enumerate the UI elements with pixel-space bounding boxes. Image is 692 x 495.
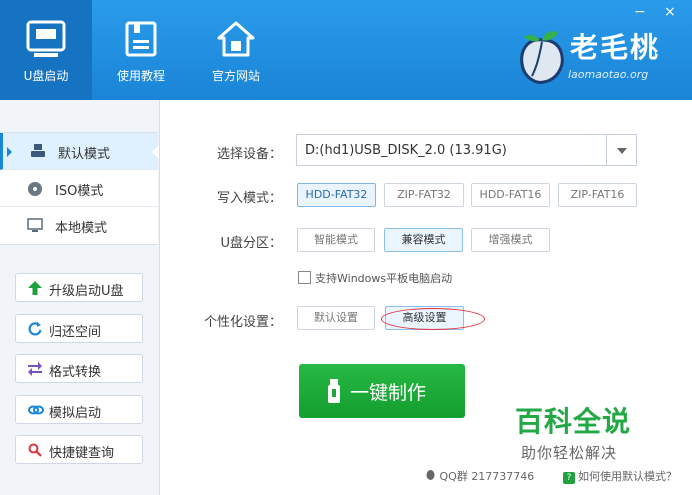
mode-iso[interactable]: ISO模式 (0, 170, 158, 207)
monitor-icon (27, 218, 43, 232)
usb-drive-icon (26, 20, 66, 57)
write-mode-label: 写入模式： (216, 191, 282, 206)
device-select[interactable]: D:(hd1)USB_DISK_2.0 (13.91G) (296, 134, 637, 166)
arrow-up-icon (28, 281, 42, 295)
watermark-title: 百科全说 (515, 405, 632, 438)
help-icon: ? (563, 472, 575, 484)
simulate-boot-button[interactable]: 模拟启动 (15, 395, 143, 424)
upgrade-usb-label: 升级启动U盘 (49, 284, 124, 299)
close-button[interactable]: × (664, 4, 676, 20)
chevron-down-icon[interactable] (606, 135, 636, 165)
partition-label: U盘分区： (220, 236, 282, 251)
one-click-make-button[interactable]: 一键制作 (299, 364, 465, 418)
qq-group-text: QQ群 217737746 (439, 470, 535, 483)
peach-logo-icon (520, 31, 564, 84)
qq-group-info: QQ群 217737746 (425, 468, 534, 484)
active-indicator (7, 147, 12, 157)
partition-option-enhanced[interactable]: 增强模式 (471, 228, 550, 252)
write-option-hdd-fat16[interactable]: HDD-FAT16 (471, 183, 550, 207)
nav-usb-boot-label: U盘启动 (23, 69, 69, 83)
help-link-text: 如何使用默认模式？ (578, 470, 677, 483)
format-convert-button[interactable]: 格式转换 (15, 354, 143, 383)
app-logo: 老毛桃 laomaotao.org (518, 26, 678, 90)
highlight-annotation (381, 308, 485, 330)
qq-penguin-icon (426, 470, 435, 480)
write-option-hdd-fat32[interactable]: HDD-FAT32 (297, 183, 376, 207)
hotkey-query-button[interactable]: 快捷键查询 (15, 435, 143, 464)
nav-website-label: 官方网站 (211, 69, 260, 83)
restore-space-label: 归还空间 (49, 325, 102, 340)
swap-icon (28, 362, 42, 376)
sidebar: 默认模式 ISO模式 本地模式 升级启动U盘 归还空间 格式转换 模拟启动 快捷… (0, 100, 160, 495)
mode-local-label: 本地模式 (55, 221, 108, 236)
disc-icon (28, 182, 42, 196)
nav-usb-boot[interactable]: U盘启动 (0, 0, 92, 100)
active-pointer (152, 145, 159, 159)
nav-website[interactable]: 官方网站 (192, 0, 280, 100)
minimize-button[interactable]: − (634, 4, 646, 20)
header-bar: U盘启动 使用教程 官方网站 − × 老毛桃 laomaotao.org (0, 0, 692, 100)
search-icon (28, 443, 42, 457)
logo-subtitle: laomaotao.org (568, 68, 649, 81)
tablet-boot-label: 支持Windows平板电脑启动 (315, 272, 453, 285)
nav-tutorial[interactable]: 使用教程 (98, 0, 184, 100)
usb-mode-icon (31, 144, 45, 157)
watermark: 百科全说 助你轻松解决 (515, 400, 631, 463)
device-select-value: D:(hd1)USB_DISK_2.0 (13.91G) (305, 143, 507, 158)
upgrade-usb-button[interactable]: 升级启动U盘 (15, 273, 143, 302)
refresh-icon (28, 322, 42, 336)
device-label: 选择设备： (216, 147, 282, 162)
personalize-option-default[interactable]: 默认设置 (297, 306, 375, 330)
restore-space-button[interactable]: 归还空间 (15, 314, 143, 343)
partition-option-compatible[interactable]: 兼容模式 (384, 228, 463, 252)
tablet-boot-checkbox[interactable] (298, 271, 311, 284)
watermark-subtitle: 助你轻松解决 (521, 444, 618, 462)
usb-plug-icon (328, 379, 340, 403)
mode-list: 默认模式 ISO模式 本地模式 (0, 132, 159, 245)
write-option-zip-fat32[interactable]: ZIP-FAT32 (384, 183, 464, 207)
document-icon (125, 21, 157, 57)
logo-title: 老毛桃 (570, 31, 661, 64)
format-convert-label: 格式转换 (49, 365, 102, 380)
link-icon (28, 405, 44, 415)
partition-option-smart[interactable]: 智能模式 (297, 228, 375, 252)
mode-local[interactable]: 本地模式 (0, 207, 158, 244)
mode-default-label: 默认模式 (58, 147, 111, 162)
personalize-label: 个性化设置： (203, 315, 282, 330)
home-icon (217, 21, 255, 57)
mode-iso-label: ISO模式 (55, 184, 104, 199)
one-click-make-label: 一键制作 (350, 382, 427, 404)
hotkey-query-label: 快捷键查询 (49, 446, 115, 461)
write-option-zip-fat16[interactable]: ZIP-FAT16 (558, 183, 637, 207)
simulate-boot-label: 模拟启动 (49, 406, 102, 421)
nav-tutorial-label: 使用教程 (116, 69, 165, 83)
mode-default[interactable]: 默认模式 (0, 133, 159, 170)
help-link[interactable]: ? 如何使用默认模式？ (563, 468, 677, 484)
